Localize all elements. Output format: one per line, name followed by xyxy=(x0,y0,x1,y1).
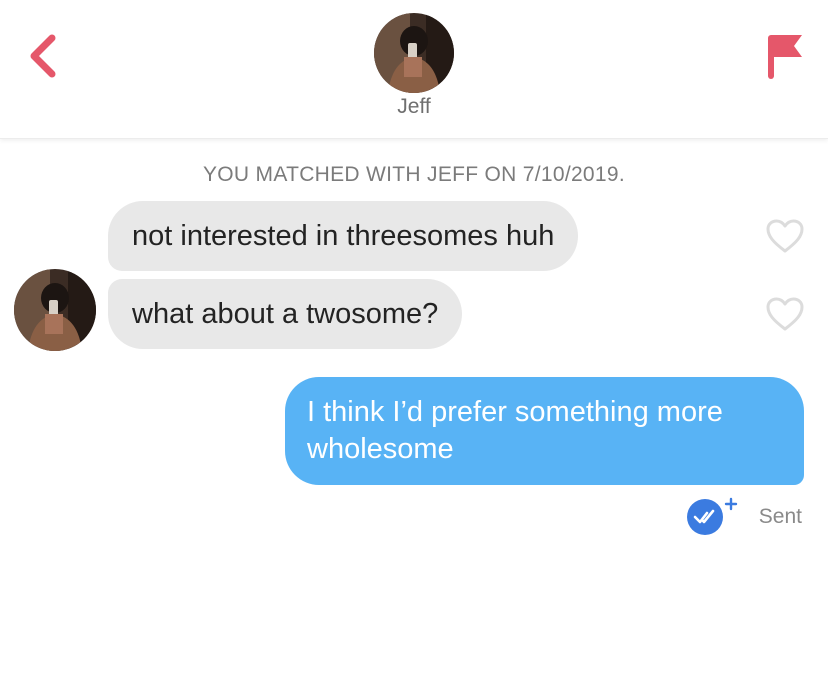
heart-outline-icon xyxy=(766,219,804,253)
like-message-button[interactable] xyxy=(765,218,805,254)
report-button[interactable] xyxy=(764,30,804,82)
profile-photo xyxy=(374,13,454,93)
outgoing-message[interactable]: I think I’d prefer something more wholes… xyxy=(285,377,804,485)
profile-photo xyxy=(14,269,96,351)
read-receipt-icon xyxy=(687,497,738,535)
chat-header: Jeff xyxy=(0,0,828,139)
message-status: Sent xyxy=(758,505,802,528)
match-notice: YOU MATCHED WITH JEFF ON 7/10/2019. xyxy=(202,163,626,186)
incoming-message[interactable]: what about a twosome? xyxy=(108,279,463,349)
chevron-left-icon xyxy=(30,34,56,78)
back-button[interactable] xyxy=(24,30,64,82)
sender-avatar[interactable] xyxy=(14,269,96,351)
match-name: Jeff xyxy=(397,95,431,118)
like-message-button[interactable] xyxy=(765,296,805,332)
read-receipts-button[interactable] xyxy=(686,496,738,536)
flag-icon xyxy=(768,35,802,79)
incoming-message[interactable]: not interested in threesomes huh xyxy=(108,201,579,271)
heart-outline-icon xyxy=(766,297,804,331)
match-avatar[interactable] xyxy=(374,13,454,93)
